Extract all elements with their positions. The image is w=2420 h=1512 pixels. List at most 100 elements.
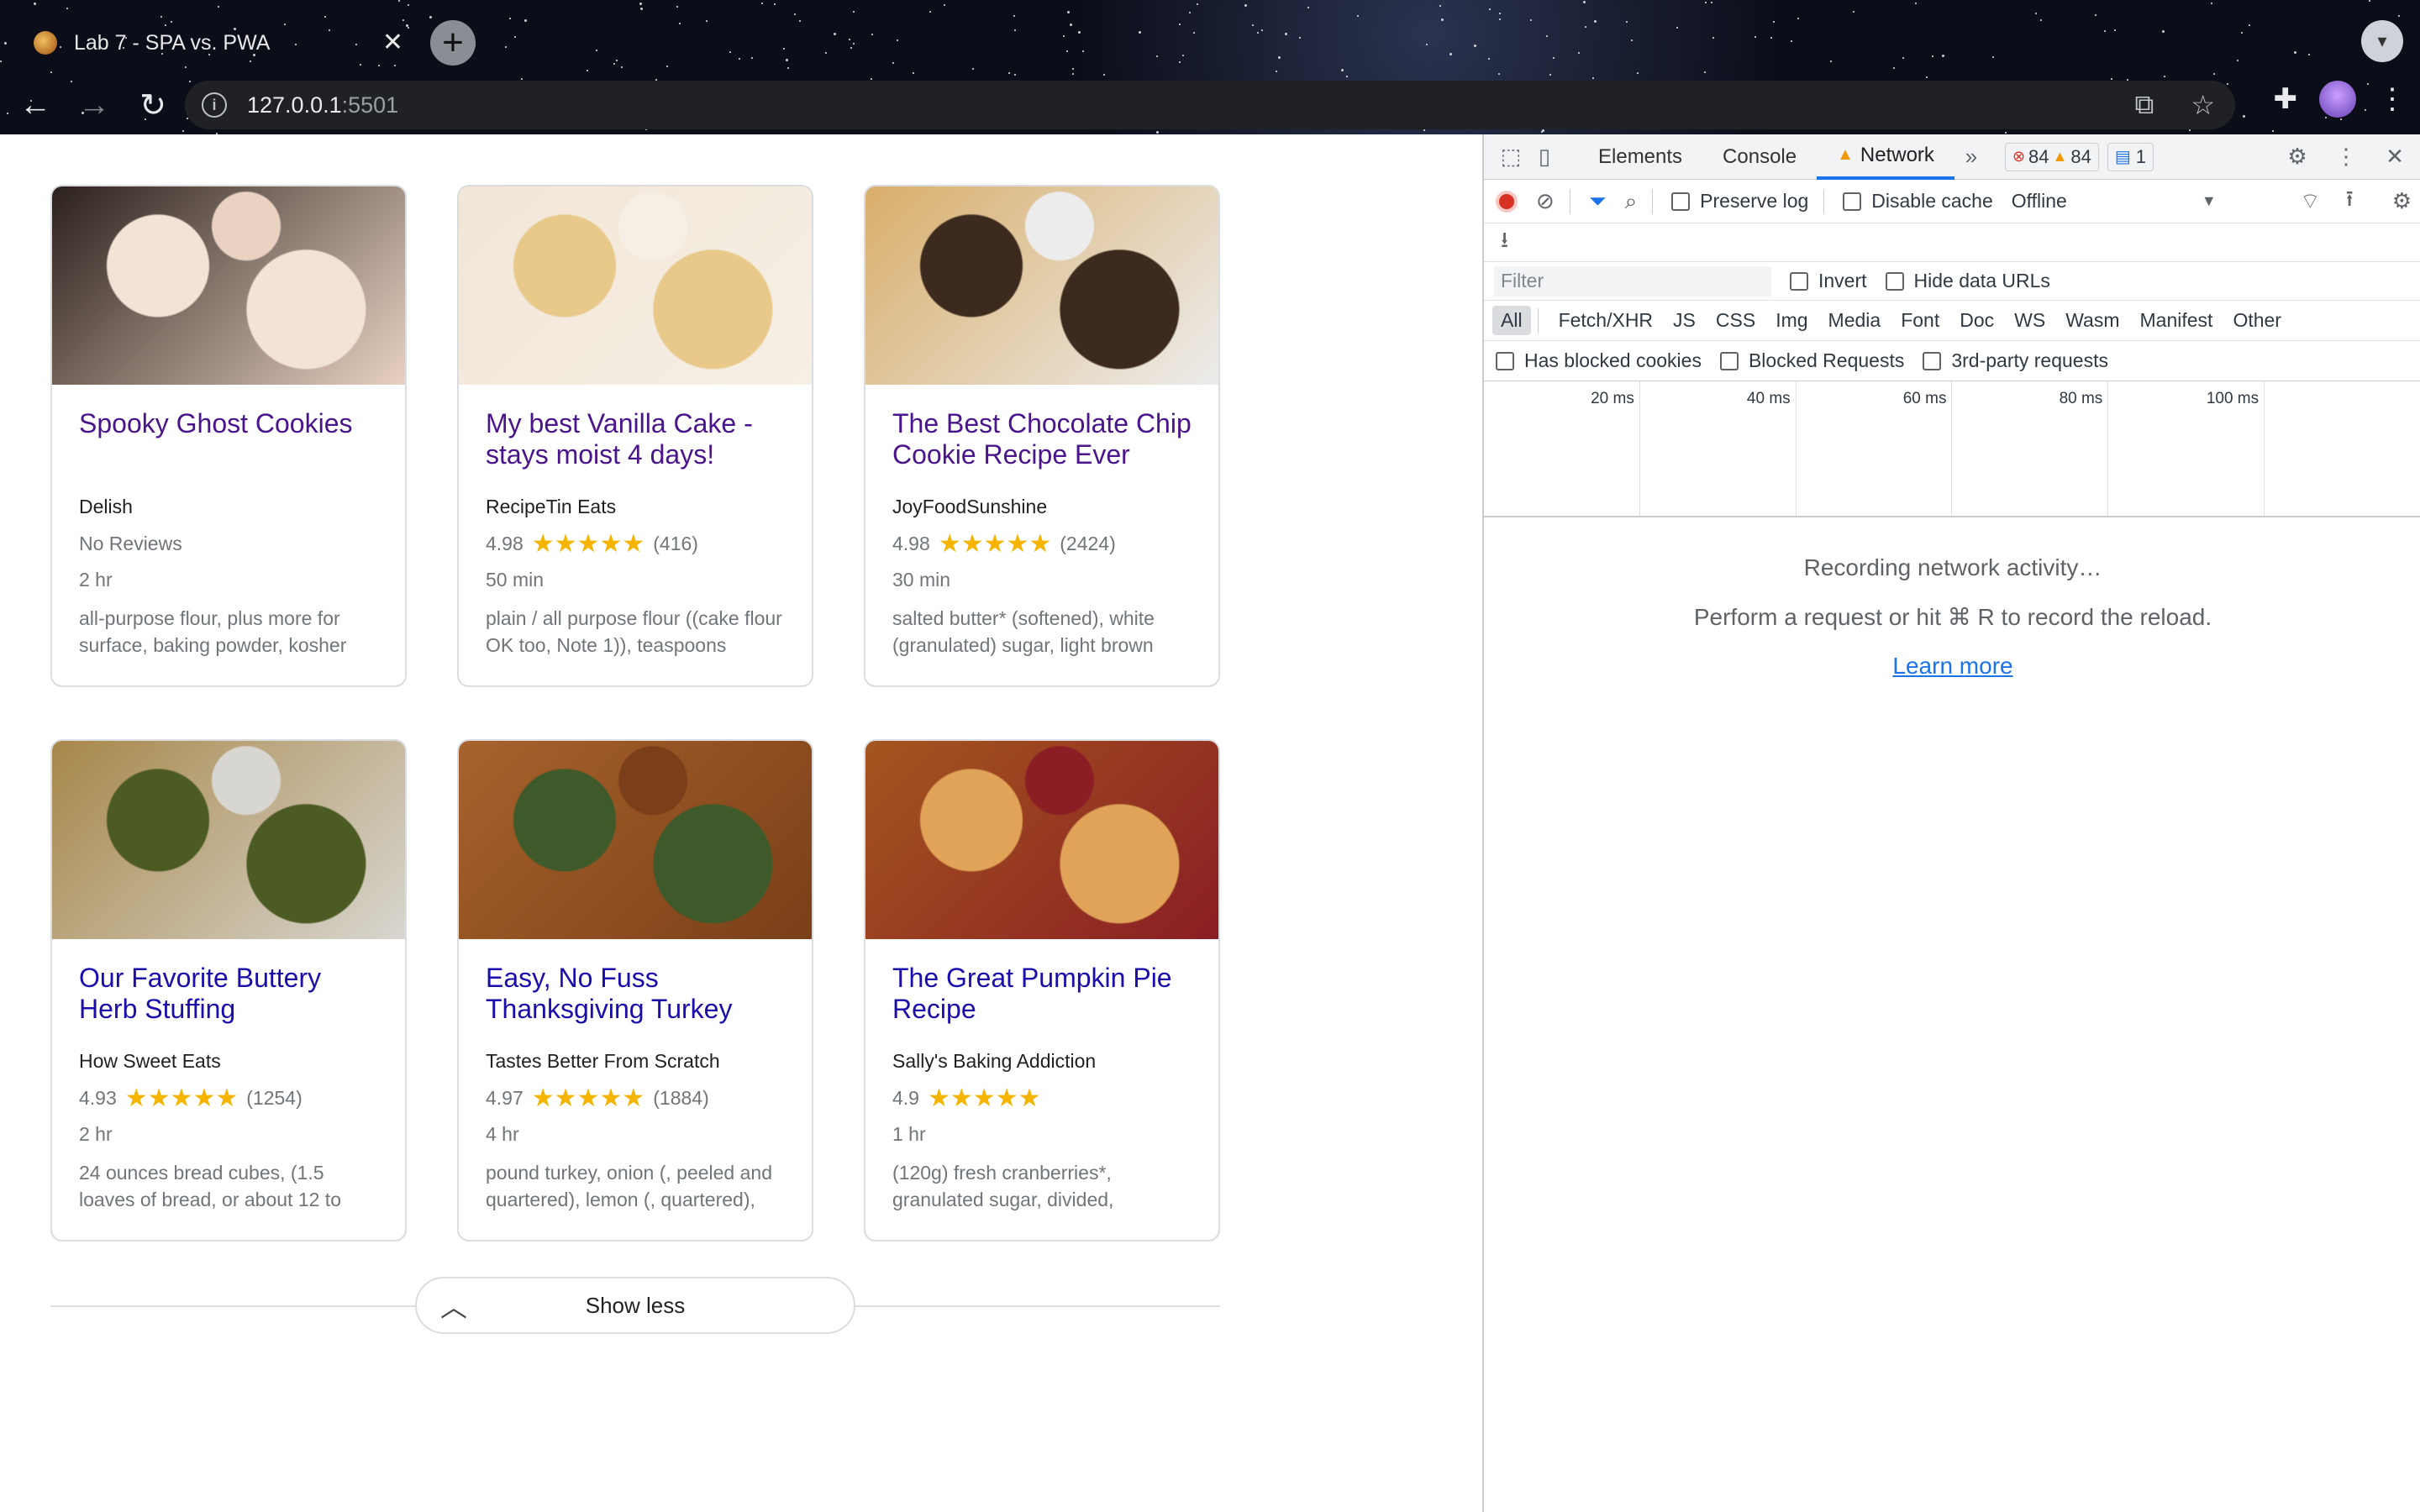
- recipe-title[interactable]: Easy, No Fuss Thanksgiving Turkey: [486, 963, 786, 1050]
- timeline-tick: 100 ms: [2108, 381, 2265, 516]
- clear-icon[interactable]: ⊘: [1536, 188, 1555, 214]
- forward-button[interactable]: →: [71, 81, 118, 129]
- star-dot: [2104, 30, 2106, 32]
- more-tabs-chevron-icon[interactable]: »: [1954, 140, 1988, 174]
- type-filter-media[interactable]: Media: [1820, 306, 1890, 335]
- hide-data-urls-checkbox[interactable]: Hide data URLs: [1885, 270, 2050, 292]
- browser-menu-icon[interactable]: ⋮: [2378, 82, 2407, 116]
- star-dot: [850, 47, 852, 49]
- inspect-element-icon[interactable]: ⬚: [1494, 140, 1528, 174]
- back-button[interactable]: ←: [12, 81, 59, 129]
- throttling-select[interactable]: Offline ▼: [2012, 190, 2217, 213]
- blocked-requests-checkbox[interactable]: Blocked Requests: [1719, 349, 1904, 372]
- recipe-card[interactable]: The Best Chocolate Chip Cookie Recipe Ev…: [864, 185, 1220, 687]
- tab-network[interactable]: ▲ Network: [1817, 134, 1954, 180]
- star-dot: [1705, 2, 1707, 3]
- star-dot: [505, 46, 507, 48]
- star-dot: [1499, 18, 1501, 20]
- recipe-rating-row: 4.93 ★★★★★ (1254): [79, 1084, 380, 1112]
- extensions-puzzle-icon[interactable]: ✚: [2274, 82, 2298, 116]
- browser-tab[interactable]: Lab 7 - SPA vs. PWA ✕: [17, 13, 420, 72]
- network-settings-gear-icon[interactable]: ⚙: [2392, 188, 2412, 214]
- tab-close-icon[interactable]: ✕: [382, 30, 403, 55]
- recipe-card[interactable]: The Great Pumpkin Pie Recipe Sally's Bak…: [864, 739, 1220, 1242]
- preserve-log-checkbox[interactable]: Preserve log: [1671, 190, 1808, 213]
- network-warning-icon: ▲: [1837, 145, 1854, 164]
- recipe-thumbnail[interactable]: [459, 741, 812, 939]
- issue-counts[interactable]: ⊗ 84 ▲ 84: [2004, 142, 2099, 171]
- type-filter-font[interactable]: Font: [1892, 306, 1948, 335]
- star-dot: [66, 8, 68, 9]
- type-filter-js[interactable]: JS: [1665, 306, 1704, 335]
- network-overview-timeline[interactable]: 20 ms 40 ms 60 ms 80 ms 100 ms: [1484, 381, 2420, 517]
- recipe-thumbnail[interactable]: [52, 741, 405, 939]
- type-filter-img[interactable]: Img: [1767, 306, 1816, 335]
- recipe-thumbnail[interactable]: [459, 186, 812, 385]
- recipe-title[interactable]: Our Favorite Buttery Herb Stuffing: [79, 963, 380, 1050]
- star-dot: [1942, 55, 1944, 57]
- close-devtools-icon[interactable]: ✕: [2378, 140, 2412, 174]
- import-har-icon[interactable]: ⭱: [2346, 183, 2354, 220]
- device-toolbar-icon[interactable]: ▯: [1528, 140, 1561, 174]
- learn-more-link[interactable]: Learn more: [1892, 653, 2012, 680]
- tab-elements[interactable]: Elements: [1578, 134, 1702, 180]
- star-dot: [621, 66, 623, 68]
- type-filter-doc[interactable]: Doc: [1951, 306, 2002, 335]
- type-filter-ws[interactable]: WS: [2006, 306, 2054, 335]
- new-tab-button[interactable]: +: [430, 20, 476, 66]
- filter-funnel-icon[interactable]: ⏷: [1589, 188, 1607, 215]
- recipe-title[interactable]: The Great Pumpkin Pie Recipe: [892, 963, 1193, 1050]
- export-har-icon[interactable]: ⭳: [1501, 224, 1508, 261]
- reload-button[interactable]: ↻: [129, 81, 176, 129]
- settings-gear-icon[interactable]: ⚙: [2281, 140, 2314, 174]
- tab-console[interactable]: Console: [1702, 134, 1817, 180]
- invert-checkbox[interactable]: Invert: [1790, 270, 1867, 292]
- star-dot: [1072, 68, 1074, 70]
- star-dot: [596, 50, 597, 51]
- star-dot: [2237, 60, 2238, 61]
- type-filter-other[interactable]: Other: [2224, 306, 2290, 335]
- type-filter-fetch-xhr[interactable]: Fetch/XHR: [1550, 306, 1661, 335]
- devtools-menu-icon[interactable]: ⋮: [2329, 140, 2363, 174]
- export-row: ⭳: [1484, 223, 2420, 262]
- recipe-card[interactable]: My best Vanilla Cake - stays moist 4 day…: [457, 185, 813, 687]
- profile-avatar[interactable]: [2319, 81, 2356, 118]
- recipe-thumbnail[interactable]: [865, 186, 1218, 385]
- filter-input[interactable]: Filter: [1494, 265, 1771, 297]
- search-icon[interactable]: ⌕: [1625, 188, 1638, 215]
- network-conditions-icon[interactable]: ⌔: [2300, 187, 2320, 215]
- star-dot: [1773, 21, 1775, 23]
- recipe-thumbnail[interactable]: [865, 741, 1218, 939]
- recipe-card[interactable]: Spooky Ghost Cookies Delish No Reviews 2…: [50, 185, 407, 687]
- message-count-badge[interactable]: ▤ 1: [2107, 142, 2154, 171]
- star-dot: [1499, 13, 1501, 14]
- rating-count: (2424): [1060, 532, 1116, 554]
- address-bar[interactable]: i 127.0.0.1:5501 ⧉ ☆: [185, 81, 2235, 129]
- tab-search-button[interactable]: ▾: [2361, 20, 2403, 62]
- show-less-button[interactable]: ︿ Show less: [415, 1277, 855, 1334]
- recipe-title[interactable]: The Best Chocolate Chip Cookie Recipe Ev…: [892, 408, 1193, 496]
- third-party-requests-checkbox[interactable]: 3rd-party requests: [1923, 349, 2108, 372]
- type-filter-all[interactable]: All: [1492, 306, 1531, 335]
- bookmark-star-icon[interactable]: ☆: [2191, 89, 2215, 121]
- star-dot: [1594, 20, 1597, 23]
- disable-cache-checkbox[interactable]: Disable cache: [1843, 190, 1993, 213]
- star-dot: [913, 72, 914, 74]
- recipe-thumbnail[interactable]: [52, 186, 405, 385]
- star-dot: [929, 11, 931, 13]
- blocked-filters-row: Has blocked cookies Blocked Requests 3rd…: [1484, 341, 2420, 381]
- message-count: 1: [2135, 145, 2146, 167]
- type-filter-wasm[interactable]: Wasm: [2057, 306, 2128, 335]
- has-blocked-cookies-checkbox[interactable]: Has blocked cookies: [1496, 349, 1702, 372]
- type-filter-manifest[interactable]: Manifest: [2132, 306, 2222, 335]
- recipe-title[interactable]: My best Vanilla Cake - stays moist 4 day…: [486, 408, 786, 496]
- translate-icon[interactable]: ⧉: [2134, 89, 2154, 121]
- star-dot: [679, 23, 681, 24]
- record-button[interactable]: [1496, 190, 1518, 213]
- type-filter-css[interactable]: CSS: [1707, 306, 1764, 335]
- site-info-icon[interactable]: i: [202, 92, 227, 118]
- recipe-card[interactable]: Our Favorite Buttery Herb Stuffing How S…: [50, 739, 407, 1242]
- star-dot: [1426, 44, 1428, 45]
- recipe-card[interactable]: Easy, No Fuss Thanksgiving Turkey Tastes…: [457, 739, 813, 1242]
- recipe-title[interactable]: Spooky Ghost Cookies: [79, 408, 380, 496]
